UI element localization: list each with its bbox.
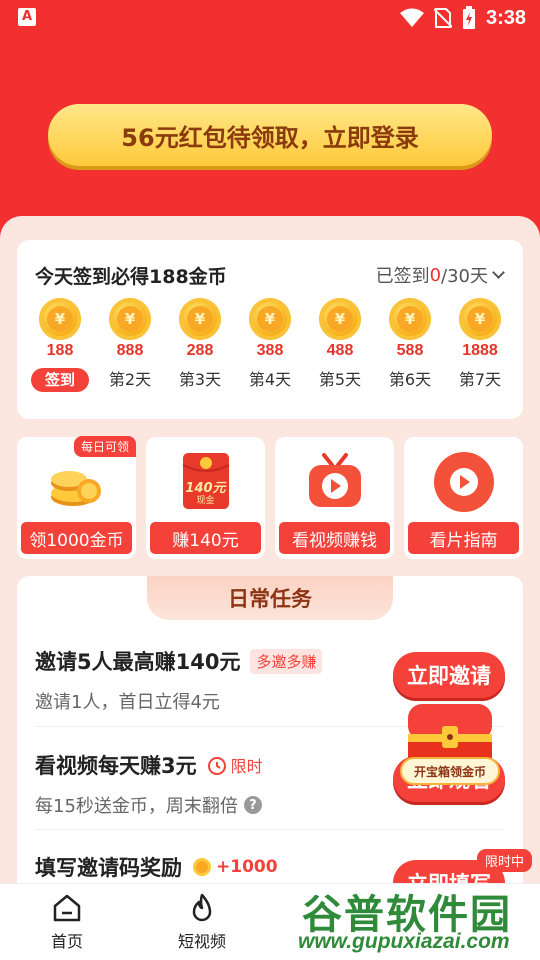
signin-day: ¥ 1888 第7天 <box>447 298 513 392</box>
tile-cash-label: 赚140元 <box>150 522 261 554</box>
home-icon <box>53 894 81 922</box>
clock: 3:38 <box>485 6 526 29</box>
clock-icon <box>207 757 226 775</box>
tile-guide[interactable]: 看片指南 <box>404 437 523 559</box>
help-icon[interactable]: ? <box>243 796 262 814</box>
nav-short-video-label: 短视频 <box>177 932 226 951</box>
chest-label[interactable]: 开宝箱领金币 <box>400 757 500 785</box>
day-amount: 1888 <box>462 342 498 359</box>
chevron-down-icon <box>492 266 505 279</box>
app-notification-icon: A <box>18 8 36 26</box>
tile-watch-video-label: 看视频赚钱 <box>279 522 390 554</box>
status-bar: A 3:38 <box>0 0 540 36</box>
task-code-title: 填写邀请码奖励 <box>35 856 182 880</box>
coin-icon: ¥ <box>389 298 431 340</box>
battery-charging-icon <box>462 6 475 29</box>
tile-watch-video[interactable]: 看视频赚钱 <box>275 437 394 559</box>
nav-home-label: 首页 <box>50 932 83 951</box>
day-amount: 488 <box>326 342 354 359</box>
tile-coins[interactable]: 每日可领 领1000金币 <box>17 436 136 559</box>
play-circle-icon <box>433 452 494 512</box>
signin-day: ¥ 288 第3天 <box>167 298 233 392</box>
tile-cash[interactable]: 140元 现金 赚140元 <box>146 437 265 559</box>
coin-icon: ¥ <box>109 298 151 340</box>
coin-icon <box>193 858 211 876</box>
day-label: 第4天 <box>248 370 292 389</box>
status-icons: 3:38 <box>399 6 526 30</box>
flame-icon <box>192 893 212 922</box>
day-amount: 588 <box>396 342 424 359</box>
watermark: 谷普软件园 www.gupuxiazai.com <box>298 880 540 960</box>
limited-badge: 限时中 <box>476 849 532 872</box>
task-invite-code: 填写邀请码奖励 +1000 立即填写 <box>35 852 505 906</box>
signin-status-count: 0 <box>429 264 442 286</box>
coin-icon: ¥ <box>319 298 361 340</box>
signin-button[interactable]: 签到 <box>30 368 89 392</box>
signin-day: ¥ 888 第2天 <box>97 298 163 392</box>
reward-tag: +1000 <box>192 857 278 877</box>
tv-play-icon <box>308 453 361 507</box>
coin-icon: ¥ <box>249 298 291 340</box>
signin-days: ¥ 188 签到 ¥ 888 第2天 ¥ 288 第3天 ¥ 388 第4天 ¥… <box>27 298 513 392</box>
signin-status-suffix: /30天 <box>441 266 488 287</box>
coin-icon: ¥ <box>459 298 501 340</box>
limited-time-label: 限时 <box>230 757 263 776</box>
wifi-icon <box>399 8 424 27</box>
signin-status-toggle[interactable]: 已签到 0 /30天 <box>375 262 505 288</box>
limited-time-tag: 限时 <box>207 753 263 777</box>
signin-title: 今天签到必得188金币 <box>35 266 227 288</box>
signin-day[interactable]: ¥ 188 签到 <box>27 298 93 392</box>
signin-day: ¥ 588 第6天 <box>377 298 443 392</box>
task-invite-title: 邀请5人最高赚140元 <box>35 650 241 674</box>
tile-coins-label: 领1000金币 <box>21 522 132 554</box>
watermark-url: www.gupuxiazai.com <box>298 930 510 953</box>
signin-card: 今天签到必得188金币 已签到 0 /30天 ¥ 188 签到 ¥ 888 第2… <box>17 240 523 419</box>
tile-guide-label: 看片指南 <box>408 522 519 554</box>
login-banner-button[interactable]: 56元红包待领取，立即登录 <box>48 104 492 166</box>
day-label: 第2天 <box>108 370 152 389</box>
coin-icon: ¥ <box>179 298 221 340</box>
task-watch-title: 看视频每天赚3元 <box>35 754 197 778</box>
divider <box>35 829 505 830</box>
day-amount: 288 <box>186 342 214 359</box>
coin-stack-icon <box>50 471 101 506</box>
daily-tasks-header: 日常任务 <box>147 576 393 620</box>
day-label: 第3天 <box>178 370 222 389</box>
day-amount: 188 <box>46 342 74 359</box>
envelope-sub: 现金 <box>196 496 215 506</box>
task-tag: 多邀多赚 <box>250 648 323 674</box>
signin-day: ¥ 388 第4天 <box>237 298 303 392</box>
reward-amount: +1000 <box>216 857 278 877</box>
no-sim-icon <box>433 8 452 28</box>
task-watch-desc: 每15秒送金币，周末翻倍 <box>35 796 238 817</box>
invite-button[interactable]: 立即邀请 <box>393 652 505 698</box>
nav-home[interactable]: 首页 <box>27 892 107 952</box>
day-amount: 388 <box>256 342 284 359</box>
signin-status-prefix: 已签到 <box>375 266 430 287</box>
daily-badge: 每日可领 <box>73 436 136 457</box>
day-label: 第5天 <box>318 370 362 389</box>
nav-short-video[interactable]: 短视频 <box>162 892 242 952</box>
day-amount: 888 <box>116 342 144 359</box>
day-label: 第7天 <box>458 370 502 389</box>
coin-icon: ¥ <box>39 298 81 340</box>
signin-day: ¥ 488 第5天 <box>307 298 373 392</box>
day-label: 第6天 <box>388 370 432 389</box>
